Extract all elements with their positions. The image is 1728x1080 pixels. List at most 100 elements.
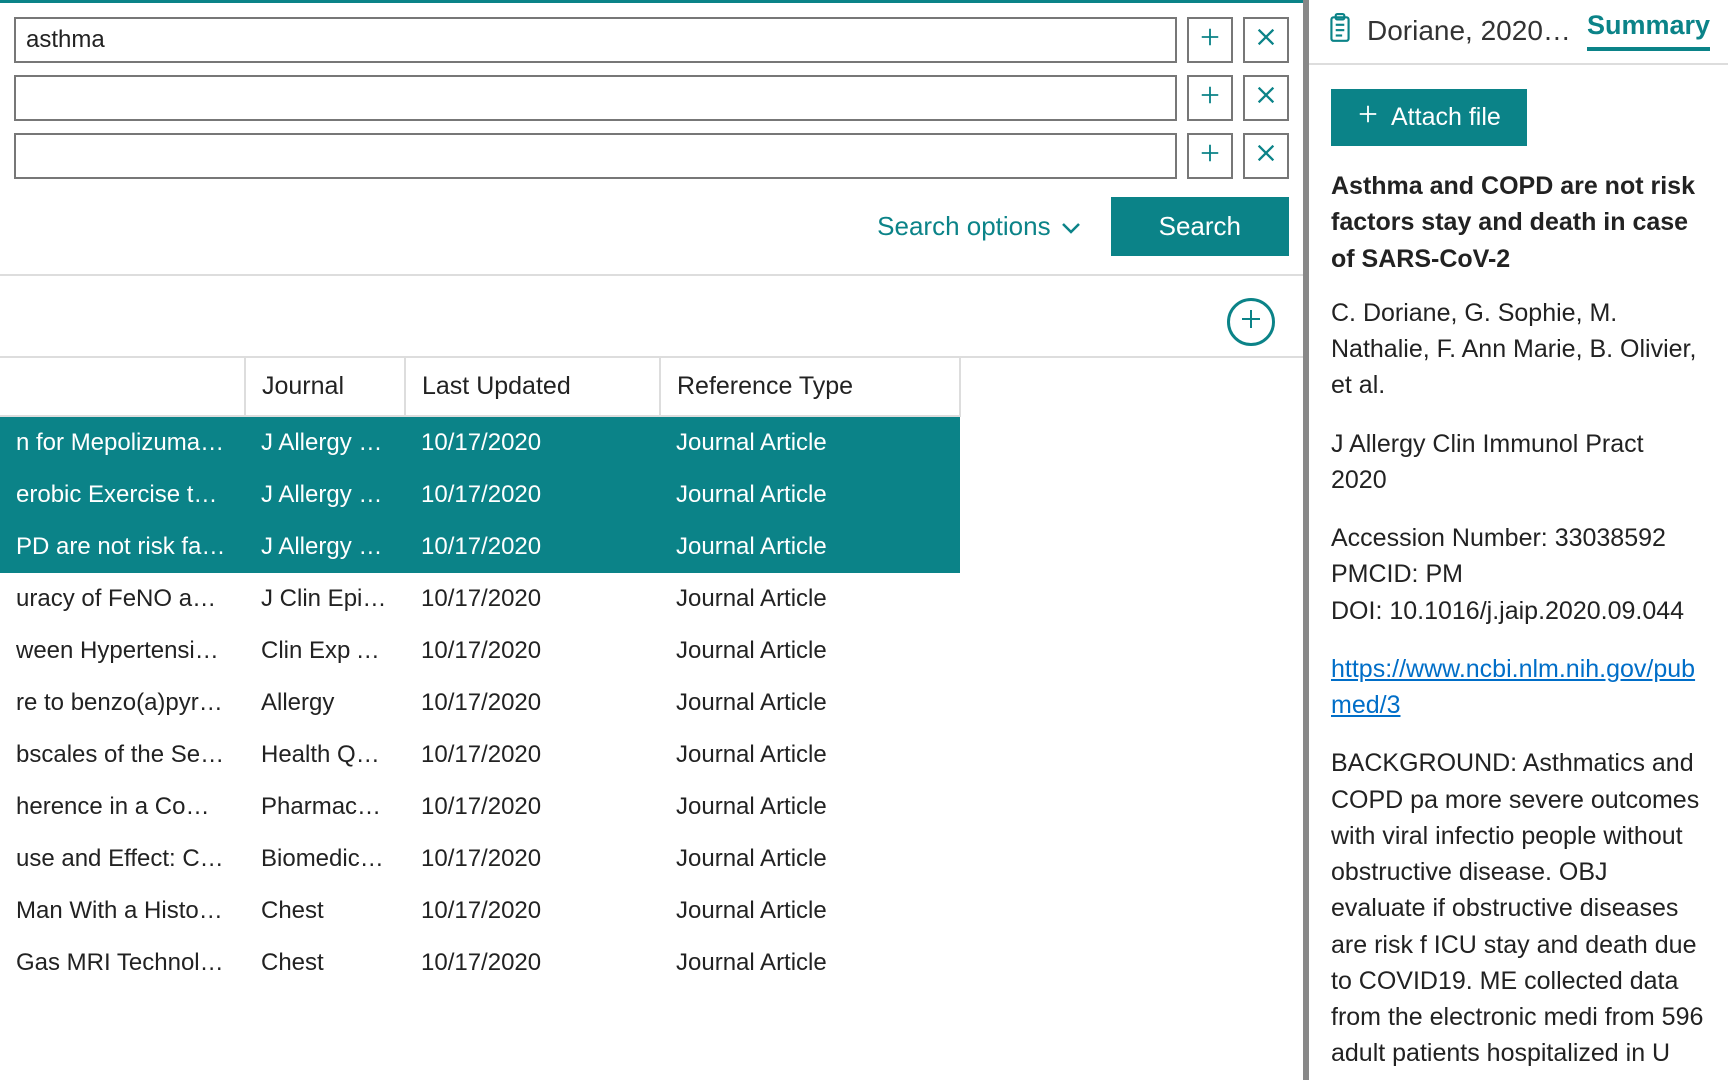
search-button[interactable]: Search	[1111, 197, 1289, 256]
cell-journal: J Clin Epide...	[245, 573, 405, 625]
results-table-wrap: Journal Last Updated Reference Type n fo…	[0, 356, 1303, 1080]
reference-doi: DOI: 10.1016/j.jaip.2020.09.044	[1331, 593, 1706, 629]
reference-journal: J Allergy Clin Immunol Pract 2020	[1331, 426, 1706, 499]
reference-title: Asthma and COPD are not risk factors sta…	[1331, 168, 1706, 277]
cell-title: PD are not risk factors ...	[0, 521, 245, 573]
cell-type: Journal Article	[660, 625, 960, 677]
cell-journal: Pharmacy (...	[245, 781, 405, 833]
cell-title: herence in a Communit...	[0, 781, 245, 833]
table-row[interactable]: bscales of the Severe ...Health Qual...1…	[0, 729, 960, 781]
cell-type: Journal Article	[660, 573, 960, 625]
cell-updated: 10/17/2020	[405, 469, 660, 521]
search-options-dropdown[interactable]: Search options	[877, 211, 1080, 242]
results-toolbar	[0, 276, 1303, 356]
search-options-row: Search options Search	[0, 191, 1303, 274]
search-input-2[interactable]	[14, 75, 1177, 121]
cell-updated: 10/17/2020	[405, 729, 660, 781]
cell-journal: Biomedicin...	[245, 833, 405, 885]
search-options-label: Search options	[877, 211, 1050, 242]
cell-journal: J Allergy Cli...	[245, 416, 405, 469]
cell-type: Journal Article	[660, 729, 960, 781]
attach-file-label: Attach file	[1391, 103, 1501, 132]
cell-type: Journal Article	[660, 677, 960, 729]
reference-url-block: https://www.ncbi.nlm.nih.gov/pubmed/3	[1331, 651, 1706, 724]
tab-summary[interactable]: Summary	[1587, 10, 1710, 51]
cell-journal: Clin Exp All...	[245, 625, 405, 677]
plus-icon	[1199, 84, 1221, 112]
reference-authors: C. Doriane, G. Sophie, M. Nathalie, F. A…	[1331, 295, 1706, 404]
add-search-row-3[interactable]	[1187, 133, 1233, 179]
cell-title: n for Mepolizumab in ...	[0, 416, 245, 469]
remove-search-row-3[interactable]	[1243, 133, 1289, 179]
table-row[interactable]: erobic Exercise to be In...J Allergy Cli…	[0, 469, 960, 521]
search-row-2	[14, 75, 1289, 121]
table-row[interactable]: n for Mepolizumab in ...J Allergy Cli...…	[0, 416, 960, 469]
cell-type: Journal Article	[660, 521, 960, 573]
cell-updated: 10/17/2020	[405, 677, 660, 729]
cell-journal: J Allergy Cli...	[245, 521, 405, 573]
column-header-last-updated[interactable]: Last Updated	[405, 358, 660, 416]
cell-journal: J Allergy Cli...	[245, 469, 405, 521]
detail-header: Doriane, 2020 #36 Summary	[1309, 0, 1728, 65]
add-search-row-1[interactable]	[1187, 17, 1233, 63]
table-row[interactable]: herence in a Communit...Pharmacy (...10/…	[0, 781, 960, 833]
cell-journal: Health Qual...	[245, 729, 405, 781]
results-table-scroll[interactable]: Journal Last Updated Reference Type n fo…	[0, 358, 1303, 1080]
cell-title: use and Effect: Childre...	[0, 833, 245, 885]
reference-abstract: BACKGROUND: Asthmatics and COPD pa more …	[1331, 745, 1706, 1080]
table-row[interactable]: re to benzo(a)pyrene-c...Allergy10/17/20…	[0, 677, 960, 729]
cell-updated: 10/17/2020	[405, 833, 660, 885]
table-header-row: Journal Last Updated Reference Type	[0, 358, 960, 416]
close-icon	[1255, 84, 1277, 112]
detail-body: Attach file Asthma and COPD are not risk…	[1309, 65, 1728, 1080]
detail-pane: Doriane, 2020 #36 Summary Attach file As…	[1303, 0, 1728, 1080]
cell-type: Journal Article	[660, 937, 960, 989]
cell-updated: 10/17/2020	[405, 937, 660, 989]
add-reference-button[interactable]	[1227, 298, 1275, 346]
remove-search-row-2[interactable]	[1243, 75, 1289, 121]
app-root: Search options Search J	[0, 0, 1728, 1080]
chevron-down-icon	[1061, 211, 1081, 242]
left-pane: Search options Search J	[0, 0, 1303, 1080]
search-row-3	[14, 133, 1289, 179]
remove-search-row-1[interactable]	[1243, 17, 1289, 63]
close-icon	[1255, 26, 1277, 54]
column-header-title[interactable]	[0, 358, 245, 416]
cell-title: ween Hypertensive Dis...	[0, 625, 245, 677]
cell-updated: 10/17/2020	[405, 573, 660, 625]
cell-type: Journal Article	[660, 469, 960, 521]
plus-icon	[1199, 26, 1221, 54]
cell-title: uracy of FeNO and asth...	[0, 573, 245, 625]
cell-updated: 10/17/2020	[405, 521, 660, 573]
cell-updated: 10/17/2020	[405, 781, 660, 833]
cell-type: Journal Article	[660, 416, 960, 469]
search-input-3[interactable]	[14, 133, 1177, 179]
table-row[interactable]: use and Effect: Childre...Biomedicin...1…	[0, 833, 960, 885]
cell-type: Journal Article	[660, 885, 960, 937]
results-table: Journal Last Updated Reference Type n fo…	[0, 358, 961, 989]
search-row-1	[14, 17, 1289, 63]
close-icon	[1255, 142, 1277, 170]
cell-updated: 10/17/2020	[405, 885, 660, 937]
attach-file-button[interactable]: Attach file	[1331, 89, 1527, 146]
cell-title: re to benzo(a)pyrene-c...	[0, 677, 245, 729]
table-row[interactable]: Gas MRI Technology ...Chest10/17/2020Jou…	[0, 937, 960, 989]
add-search-row-2[interactable]	[1187, 75, 1233, 121]
search-area	[0, 3, 1303, 191]
cell-type: Journal Article	[660, 781, 960, 833]
column-header-journal[interactable]: Journal	[245, 358, 405, 416]
reference-url[interactable]: https://www.ncbi.nlm.nih.gov/pubmed/3	[1331, 655, 1695, 719]
reference-ids: Accession Number: 33038592 PMCID: PM DOI…	[1331, 520, 1706, 629]
cell-title: erobic Exercise to be In...	[0, 469, 245, 521]
plus-icon	[1239, 307, 1263, 337]
table-row[interactable]: Man With a History of...Chest10/17/2020J…	[0, 885, 960, 937]
cell-journal: Chest	[245, 885, 405, 937]
cell-journal: Allergy	[245, 677, 405, 729]
table-row[interactable]: uracy of FeNO and asth...J Clin Epide...…	[0, 573, 960, 625]
search-input-1[interactable]	[14, 17, 1177, 63]
column-header-reference-type[interactable]: Reference Type	[660, 358, 960, 416]
table-row[interactable]: ween Hypertensive Dis...Clin Exp All...1…	[0, 625, 960, 677]
detail-reference-label: Doriane, 2020 #36	[1367, 15, 1573, 47]
table-row[interactable]: PD are not risk factors ...J Allergy Cli…	[0, 521, 960, 573]
plus-icon	[1357, 103, 1379, 132]
